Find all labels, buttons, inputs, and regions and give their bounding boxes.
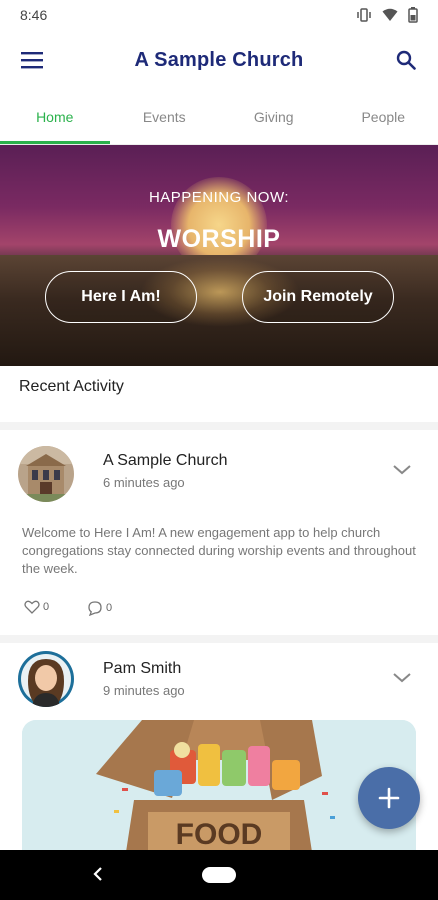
comment-button[interactable]: 0: [87, 600, 112, 616]
profile-photo-icon: [18, 651, 74, 707]
post-image[interactable]: FOOD: [22, 720, 416, 852]
back-arrow-icon: [93, 867, 102, 881]
menu-button[interactable]: [18, 46, 46, 74]
system-nav-bar: [0, 850, 438, 900]
recent-activity-heading: Recent Activity: [19, 378, 124, 395]
hero-kicker: HAPPENING NOW:: [148, 189, 290, 206]
chevron-down-icon: [393, 465, 411, 475]
comment-icon: [88, 601, 102, 616]
post-timestamp: 9 minutes ago: [103, 683, 185, 698]
vibrate-icon: [357, 8, 371, 22]
avatar[interactable]: [18, 446, 74, 502]
page-title: A Sample Church: [134, 48, 304, 71]
app-bar: A Sample Church: [0, 30, 438, 90]
church-building-icon: [18, 446, 74, 502]
tab-home[interactable]: Home: [0, 98, 110, 144]
hero-banner: HAPPENING NOW: WORSHIP Here I Am! Join R…: [0, 145, 438, 366]
back-button[interactable]: [88, 864, 108, 884]
plus-icon: [378, 787, 400, 809]
status-bar: 8:46: [0, 0, 438, 30]
hero-title: WORSHIP: [157, 225, 281, 253]
like-button[interactable]: 0: [24, 600, 49, 614]
like-count: 0: [43, 601, 50, 613]
home-button[interactable]: [202, 867, 236, 883]
tab-events[interactable]: Events: [110, 98, 220, 144]
heart-icon: [24, 600, 40, 614]
comment-count: 0: [106, 602, 113, 614]
search-button[interactable]: [392, 46, 420, 74]
post-author[interactable]: A Sample Church: [103, 452, 228, 470]
here-i-am-button[interactable]: Here I Am!: [45, 271, 197, 323]
search-icon: [396, 50, 416, 70]
chevron-down-icon: [393, 673, 411, 683]
add-post-button[interactable]: [358, 767, 420, 829]
join-remotely-button[interactable]: Join Remotely: [242, 271, 394, 323]
tab-people[interactable]: People: [329, 98, 438, 144]
section-divider: [0, 635, 438, 643]
status-time: 8:46: [20, 7, 48, 23]
food-donation-box-image: FOOD: [22, 720, 416, 852]
food-label: FOOD: [176, 818, 263, 851]
battery-icon: [408, 7, 418, 23]
status-icons: [356, 7, 418, 23]
menu-icon: [21, 52, 43, 69]
post-author[interactable]: Pam Smith: [103, 660, 181, 678]
section-divider: [0, 422, 438, 430]
post-menu-button[interactable]: [390, 458, 414, 482]
tab-giving[interactable]: Giving: [219, 98, 329, 144]
post-body: Welcome to Here I Am! A new engagement a…: [22, 525, 416, 576]
post-menu-button[interactable]: [390, 666, 414, 690]
post-timestamp: 6 minutes ago: [103, 475, 185, 490]
tab-bar: Home Events Giving People: [0, 98, 438, 145]
avatar[interactable]: [18, 651, 74, 707]
activity-post[interactable]: A Sample Church 6 minutes ago Welcome to…: [0, 430, 438, 635]
wifi-icon: [382, 8, 398, 21]
